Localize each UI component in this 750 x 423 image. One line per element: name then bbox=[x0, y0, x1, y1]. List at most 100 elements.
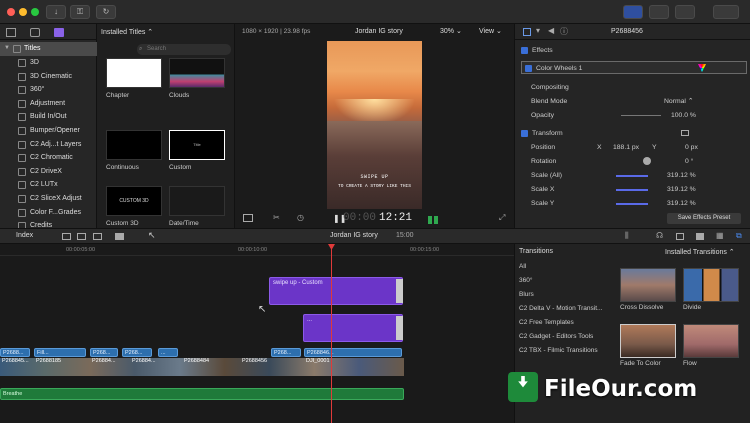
installed-transitions-dropdown[interactable]: Installed Transitions ⌃ bbox=[665, 248, 735, 256]
transform-icon[interactable] bbox=[243, 214, 253, 222]
video-inspector-icon[interactable] bbox=[523, 28, 531, 36]
view-dropdown[interactable]: View ⌄ bbox=[479, 27, 502, 35]
keyword-button[interactable]: ⚿ bbox=[70, 5, 90, 19]
effect-enable-checkbox[interactable] bbox=[525, 64, 532, 72]
transition-tile-flow[interactable] bbox=[683, 324, 739, 358]
scale-all-value[interactable]: 319.12 % bbox=[667, 169, 696, 182]
video-clip[interactable]: P2688... bbox=[0, 348, 30, 357]
position-y-field[interactable]: 0 px bbox=[685, 141, 698, 154]
info-icon[interactable]: ⓘ bbox=[560, 26, 568, 37]
sidebar-item[interactable]: C2 LUTx bbox=[0, 178, 97, 192]
transition-tile-fade-to-color[interactable] bbox=[620, 324, 676, 358]
transform-checkbox[interactable] bbox=[521, 129, 528, 137]
title-tile-clouds[interactable] bbox=[169, 58, 225, 88]
transform-onscreen-icon[interactable] bbox=[681, 130, 689, 136]
media-icon[interactable] bbox=[6, 28, 16, 37]
video-clip[interactable]: P268... bbox=[271, 348, 301, 357]
video-clip[interactable]: Fill... bbox=[34, 348, 86, 357]
overwrite-clip-icon[interactable] bbox=[115, 233, 124, 240]
opacity-value[interactable]: 100.0 % bbox=[671, 109, 696, 122]
index-button[interactable]: Index bbox=[16, 232, 33, 239]
playhead[interactable] bbox=[331, 244, 332, 423]
audio-clip-breathe[interactable]: Breathe bbox=[0, 388, 404, 400]
transitions-browser-icon[interactable]: ⧉ bbox=[736, 231, 742, 241]
titles-generators-icon[interactable] bbox=[54, 28, 64, 37]
sidebar-item[interactable]: C2 Adj...t Layers bbox=[0, 138, 97, 152]
transition-category[interactable]: C2 Delta V - Motion Transit... bbox=[519, 302, 611, 316]
connect-clip-icon[interactable] bbox=[62, 233, 71, 240]
sound-icon[interactable] bbox=[30, 28, 40, 37]
transition-category[interactable]: All bbox=[519, 260, 611, 274]
search-input[interactable]: ⌕ Search bbox=[137, 44, 231, 55]
sidebar-item[interactable]: 3D Cinematic bbox=[0, 70, 97, 84]
rotation-value[interactable]: 0 ° bbox=[685, 155, 693, 168]
snapping-icon[interactable] bbox=[676, 233, 684, 240]
color-inspector-icon[interactable]: ▾ bbox=[536, 26, 540, 35]
opacity-slider[interactable] bbox=[621, 115, 661, 116]
minimize-window-button[interactable] bbox=[19, 8, 27, 16]
sidebar-item[interactable]: Color F...Grades bbox=[0, 206, 97, 220]
video-clip[interactable]: P268... bbox=[122, 348, 152, 357]
select-tool-icon[interactable]: ↖ bbox=[148, 230, 156, 241]
transition-category[interactable]: C2 Gadget - Editors Tools bbox=[519, 330, 611, 344]
title-tile-custom-3d[interactable]: CUSTOM 3D bbox=[106, 186, 162, 216]
effects-browser-icon[interactable]: ▦ bbox=[716, 231, 724, 240]
transition-category[interactable]: Blurs bbox=[519, 288, 611, 302]
sidebar-item[interactable]: C2 SliceX Adjust bbox=[0, 192, 97, 206]
zoom-window-button[interactable] bbox=[31, 8, 39, 16]
timeline-layout-button[interactable] bbox=[649, 5, 669, 19]
sidebar-item[interactable]: 3D bbox=[0, 56, 97, 70]
timecode[interactable]: 12:21 bbox=[379, 212, 412, 224]
share-button[interactable] bbox=[713, 5, 739, 19]
clip-handle[interactable] bbox=[396, 279, 403, 303]
background-tasks-button[interactable]: ↻ bbox=[96, 5, 116, 19]
sidebar-item[interactable]: C2 Chromatic bbox=[0, 151, 97, 165]
clip-appearance-icon[interactable] bbox=[696, 233, 704, 240]
transition-category[interactable]: C2 Free Templates bbox=[519, 316, 611, 330]
video-clip[interactable]: P268... bbox=[90, 348, 118, 357]
browser-title[interactable]: Installed Titles ⌃ bbox=[101, 28, 153, 36]
append-clip-icon[interactable] bbox=[93, 233, 102, 240]
save-effects-preset-button[interactable]: Save Effects Preset bbox=[667, 213, 741, 224]
close-window-button[interactable] bbox=[7, 8, 15, 16]
trim-tools-icon[interactable]: ✂ bbox=[273, 213, 280, 222]
scale-x-value[interactable]: 319.12 % bbox=[667, 183, 696, 196]
transition-category[interactable]: C2 TBX - Filmic Transitions bbox=[519, 344, 611, 358]
clip-handle[interactable] bbox=[396, 316, 403, 340]
transition-tile-cross-dissolve[interactable] bbox=[620, 268, 676, 302]
transition-tile-divide[interactable] bbox=[683, 268, 739, 302]
library-layout-button[interactable] bbox=[623, 5, 643, 19]
audio-skimming-icon[interactable]: ⫼ bbox=[625, 231, 629, 241]
sidebar-item[interactable]: Build In/Out bbox=[0, 110, 97, 124]
import-button[interactable]: ↓ bbox=[46, 5, 66, 19]
fullscreen-icon[interactable]: ⤢ bbox=[499, 213, 505, 223]
scale-y-slider[interactable] bbox=[616, 203, 648, 205]
sidebar-item-titles[interactable]: ▼ Titles bbox=[0, 42, 97, 56]
sidebar-item[interactable]: Adjustment bbox=[0, 97, 97, 111]
blend-mode-select[interactable]: Normal ⌃ bbox=[664, 95, 694, 108]
headphones-icon[interactable]: ☊ bbox=[656, 231, 663, 240]
title-tile-chapter[interactable] bbox=[106, 58, 162, 88]
sidebar-item[interactable]: 360° bbox=[0, 83, 97, 97]
inspector-layout-button[interactable] bbox=[675, 5, 695, 19]
title-clip-swipe-up[interactable]: swipe up - Custom bbox=[269, 277, 403, 305]
effects-checkbox[interactable] bbox=[521, 46, 528, 54]
title-tile-date-time[interactable] bbox=[169, 186, 225, 216]
video-clip[interactable]: ... bbox=[158, 348, 178, 357]
audio-inspector-icon[interactable]: ◀ bbox=[548, 26, 554, 35]
video-clip[interactable]: P268846... bbox=[304, 348, 402, 357]
scale-x-slider[interactable] bbox=[616, 189, 648, 191]
zoom-dropdown[interactable]: 30% ⌄ bbox=[440, 27, 462, 35]
title-tile-continuous[interactable] bbox=[106, 130, 162, 160]
sidebar-item[interactable]: Bumper/Opener bbox=[0, 124, 97, 138]
title-clip-2[interactable]: ... bbox=[303, 314, 403, 342]
transition-category[interactable]: 360° bbox=[519, 274, 611, 288]
rotation-dial[interactable] bbox=[643, 157, 651, 165]
effect-color-wheels[interactable]: Color Wheels 1 bbox=[521, 61, 747, 74]
insert-clip-icon[interactable] bbox=[77, 233, 86, 240]
speed-icon[interactable]: ◷ bbox=[297, 213, 304, 222]
scale-all-slider[interactable] bbox=[616, 175, 648, 177]
timeline-ruler[interactable]: 00:00:05:00 00:00:10:00 00:00:15:00 bbox=[0, 244, 514, 256]
scale-y-value[interactable]: 319.12 % bbox=[667, 197, 696, 210]
position-x-field[interactable]: 188.1 px bbox=[613, 141, 639, 154]
